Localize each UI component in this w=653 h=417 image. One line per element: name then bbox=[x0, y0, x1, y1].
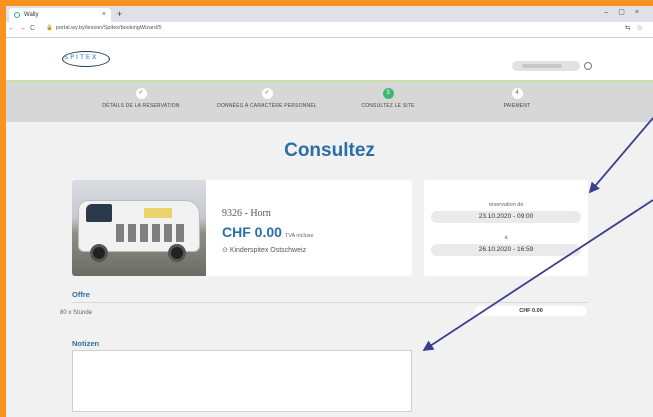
annotation-arrows bbox=[422, 117, 653, 351]
annotation-arrow bbox=[588, 117, 653, 194]
annotation-arrow bbox=[422, 199, 653, 351]
